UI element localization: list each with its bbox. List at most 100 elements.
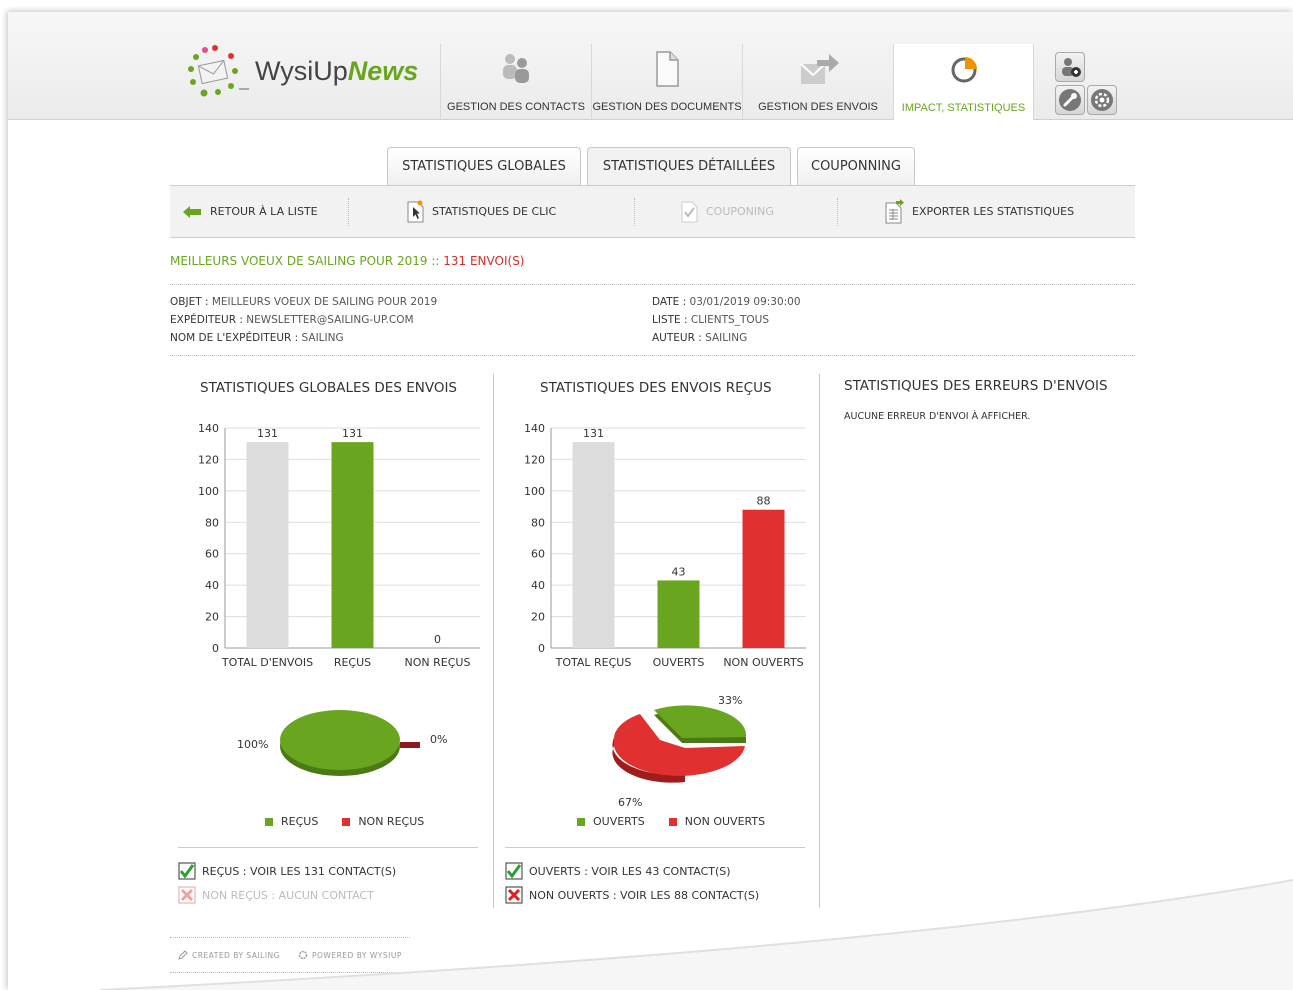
legend-swatch-red [342,817,351,826]
x-tick-label: TOTAL D'ENVOIS [221,656,313,669]
bar-value-label: 131 [342,427,363,440]
nav-label: GESTION DES ENVOIS [758,101,878,113]
bar-value-label: 43 [672,565,686,578]
back-label: RETOUR À LA LISTE [210,205,318,218]
bar [742,509,785,648]
nav-contacts[interactable]: GESTION DES CONTACTS [440,44,591,119]
pie-label-recus: 100% [237,738,268,751]
nav-label: GESTION DES DOCUMENTS [592,101,742,113]
tab-detailed-stats[interactable]: STATISTIQUES DÉTAILLÉES [587,147,791,186]
column-divider [493,374,494,908]
sender-name-row: NOM DE L'EXPÉDITEUR : SAILING [170,332,344,344]
y-tick-label: 100 [524,485,545,498]
bar [331,442,374,648]
legend-swatch-green [265,817,273,826]
global-sends-pie-chart: 100% 0% [237,710,447,776]
add-user-button[interactable] [1055,52,1085,82]
y-tick-label: 40 [531,579,545,592]
pie-slice-recus [280,710,400,770]
nav-sends[interactable]: GESTION DES ENVOIS [742,44,893,119]
x-tick-label: REÇUS [334,656,371,669]
bar [657,580,700,648]
global-stats-title: STATISTIQUES GLOBALES DES ENVOIS [200,380,458,396]
tab-couponning[interactable]: COUPONNING [797,147,915,185]
legend-non-recus: NON REÇUS [358,815,425,828]
send-count: 131 ENVOI(S) [443,254,525,268]
y-tick-label: 100 [198,485,219,498]
y-tick-label: 20 [531,611,545,624]
title-separator: :: [427,254,444,268]
y-tick-label: 120 [524,453,545,466]
y-tick-label: 80 [205,516,219,529]
legend-swatch-green [577,817,585,826]
campaign-name: MEILLEURS VOEUX DE SAILING POUR 2019 [170,254,428,268]
list-row: LISTE : CLIENTS_TOUS [652,314,769,326]
add-user-icon [1062,58,1081,77]
couponing-button[interactable]: COUPONING [680,186,774,237]
bar-value-label: 88 [757,495,771,508]
y-tick-label: 140 [524,422,545,435]
y-tick-label: 0 [538,642,545,655]
no-errors-message: AUCUNE ERREUR D'ENVOI À AFFICHER. [844,411,1031,422]
legend-non-ouverts: NON OUVERTS [684,815,766,828]
tab-global-stats[interactable]: STATISTIQUES GLOBALES [387,147,581,185]
page-curl-decoration [0,879,1293,990]
document-icon [656,51,679,87]
click-stats-label: STATISTIQUES DE CLIC [432,205,557,218]
app-logo[interactable]: WysiUpNews [185,44,419,104]
y-tick-label: 40 [205,579,219,592]
arrow-left-icon [183,205,201,218]
y-tick-label: 120 [198,453,219,466]
click-stats-button[interactable]: STATISTIQUES DE CLIC [406,186,556,237]
y-tick-label: 140 [198,422,219,435]
export-label: EXPORTER LES STATISTIQUES [912,205,1075,218]
bar-value-label: 131 [583,427,604,440]
x-tick-label: NON OUVERTS [723,656,803,669]
back-to-list-button[interactable]: RETOUR À LA LISTE [182,186,318,237]
logo-text: WysiUpNews [255,56,419,86]
author-row: AUTEUR : SAILING [652,332,748,344]
error-stats-title: STATISTIQUES DES ERREURS D'ENVOIS [844,378,1108,394]
logo-icon [188,45,249,97]
send-icon [800,54,839,84]
campaign-details-left: OBJET : MEILLEURS VOEUX DE SAILING POUR … [170,293,437,347]
y-tick-label: 80 [531,516,545,529]
received-sends-pie-chart: 33% 67% [612,694,747,809]
y-tick-label: 0 [212,642,219,655]
pie-slice-non-recus [400,742,420,748]
received-pie-legend: OUVERTS NON OUVERTS [577,815,765,828]
sender-row: EXPÉDITEUR : NEWSLETTER@SAILING-UP.COM [170,314,414,326]
nav-statistics[interactable]: IMPACT, STATISTIQUES [893,44,1034,120]
toolbar-divider [837,198,838,226]
column-divider [819,374,820,908]
campaign-details-right: DATE : 03/01/2019 09:30:00 LISTE : CLIEN… [652,293,801,347]
pie-label-non-recus: 0% [430,733,447,746]
received-sends-bar-chart: 0 20 40 60 80 100 120 140 131 TOTAL REÇUS 43 OUVERT… [524,422,806,669]
global-sends-bar-chart: 0 20 40 60 80 100 120 140 131 TOTAL D'ENVOIS 131 RE… [198,422,480,669]
toolbar: RETOUR À LA LISTE STATISTIQUES DE CLIC C… [170,185,1135,238]
divider [178,847,478,848]
y-tick-label: 60 [205,548,219,561]
couponing-label: COUPONING [706,205,774,218]
nav-documents[interactable]: GESTION DES DOCUMENTS [591,44,742,119]
nav-label: GESTION DES CONTACTS [447,101,585,113]
contacts-icon [503,54,529,83]
divider [170,284,1135,285]
divider [505,847,805,848]
wrench-icon [1059,89,1081,111]
settings-button[interactable] [1087,85,1117,115]
bar [246,442,289,648]
bar [572,442,615,648]
bar-value-label: 0 [434,633,441,646]
click-document-icon [407,200,424,222]
received-stats-title: STATISTIQUES DES ENVOIS REÇUS [540,380,772,396]
export-stats-button[interactable]: EXPORTER LES STATISTIQUES [884,186,1074,237]
legend-ouverts: OUVERTS [593,815,645,828]
pie-label-ouverts: 33% [718,694,742,707]
y-tick-label: 20 [205,611,219,624]
campaign-title: MEILLEURS VOEUX DE SAILING POUR 2019 :: … [170,254,525,268]
toolbar-divider [634,198,635,226]
tools-button[interactable] [1055,85,1085,115]
pie-slice-ouverts [654,705,747,738]
gear-icon [1091,89,1113,111]
